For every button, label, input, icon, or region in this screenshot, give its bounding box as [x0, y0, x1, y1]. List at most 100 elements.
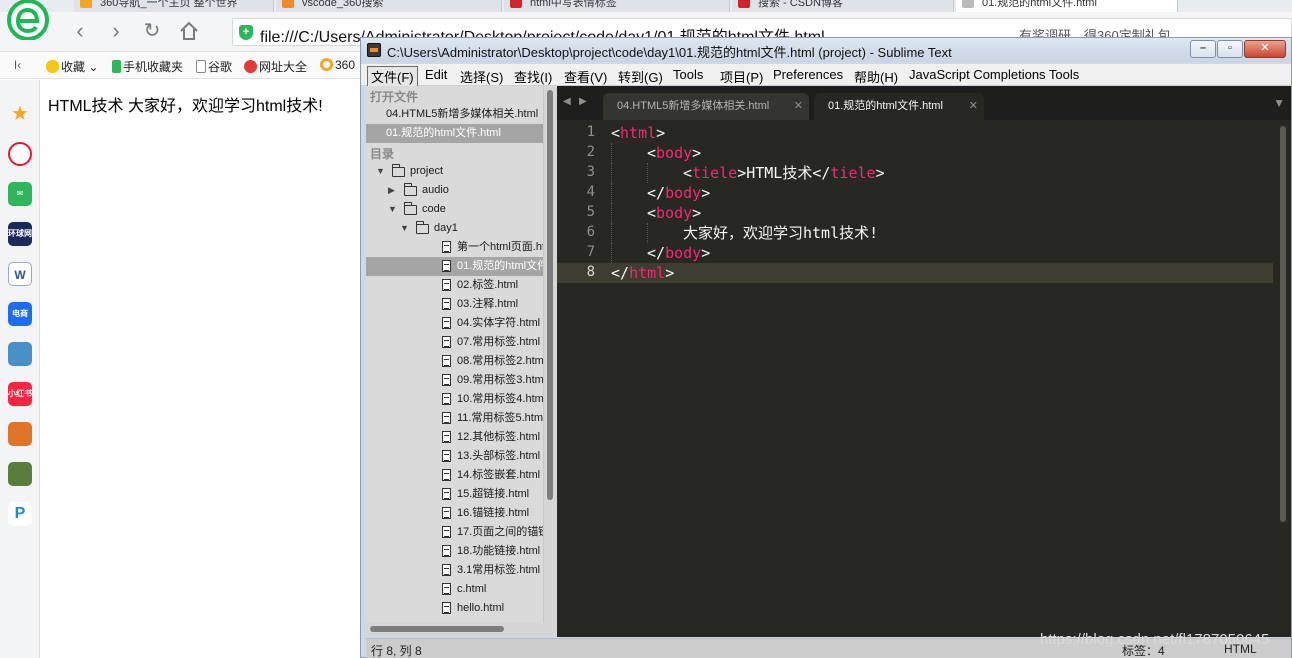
code-line[interactable]: <body> — [647, 203, 701, 223]
browser-tab[interactable]: vscode_360搜索 — [276, 0, 502, 12]
sidebar-scrollbar[interactable] — [543, 86, 557, 623]
close-button[interactable]: ✕ — [1244, 40, 1286, 58]
bookmark-mobile[interactable]: 手机收藏夹 — [112, 58, 183, 75]
browser-tab-active[interactable]: 01.规范的html文件.html — [956, 0, 1178, 12]
game-icon[interactable] — [8, 342, 32, 366]
tab-scroll-left-icon[interactable]: ◀ — [563, 96, 571, 107]
collapsed-arrow-icon[interactable]: ▶ — [388, 181, 395, 200]
expanded-arrow-icon[interactable]: ▼ — [376, 162, 385, 181]
home-icon[interactable] — [176, 20, 202, 44]
menu-file[interactable]: 文件(F) — [367, 66, 418, 87]
browser-tab[interactable]: html中写表情标签 — [504, 0, 730, 12]
tree-file[interactable]: 01.规范的html文件.html — [366, 257, 547, 276]
code-line[interactable]: </body> — [647, 183, 710, 203]
mail-icon[interactable]: ✉ — [8, 182, 32, 206]
tab-close-icon[interactable]: ✕ — [794, 93, 803, 119]
menu-project[interactable]: 项目(P) — [717, 67, 766, 86]
360-browser-logo-icon[interactable] — [6, 0, 50, 41]
tree-file[interactable]: 18.功能链接.html — [366, 542, 547, 561]
tree-file[interactable]: 12.其他标签.html — [366, 428, 547, 447]
sidebar-scroll-thumb[interactable] — [547, 90, 553, 500]
p-icon[interactable]: P — [8, 502, 32, 526]
tree-file[interactable]: 17.页面之间的锚链接.html — [366, 523, 547, 542]
editor-tab-active[interactable]: 01.规范的html文件.html ✕ — [814, 93, 984, 120]
open-file-item[interactable]: 04.HTML5新增多媒体相关.html — [366, 105, 547, 124]
open-file-item-active[interactable]: 01.规范的html文件.html — [366, 124, 547, 143]
tree-file[interactable]: 08.常用标签2.html — [366, 352, 547, 371]
tree-file[interactable]: c.html — [366, 580, 547, 599]
sidebar-horizontal-scrollbar[interactable] — [366, 623, 557, 635]
menu-preferences[interactable]: Preferences — [770, 67, 846, 82]
sidebar-toggle-icon[interactable]: ǀ‹ — [14, 58, 21, 72]
menu-find[interactable]: 查找(I) — [511, 67, 555, 86]
code-line[interactable]: </body> — [647, 243, 710, 263]
tree-folder[interactable]: ▼ project — [366, 162, 547, 181]
sidebar-hscroll-thumb[interactable] — [370, 626, 504, 632]
tree-file[interactable]: hello.html — [366, 599, 547, 618]
tree-file[interactable]: 16.锚链接.html — [366, 504, 547, 523]
expanded-arrow-icon[interactable]: ▼ — [388, 200, 397, 219]
sublime-app-icon[interactable] — [367, 43, 381, 57]
maximize-button[interactable]: ▫ — [1217, 40, 1243, 58]
tree-file[interactable]: 13.头部标签.html — [366, 447, 547, 466]
bookmark-favorites[interactable]: 收藏 ⌄ — [46, 58, 98, 75]
tree-folder[interactable]: ▼ day1 — [366, 219, 547, 238]
editor-scrollbar[interactable] — [1275, 120, 1291, 635]
tree-file[interactable]: 第一个html页面.html — [366, 238, 547, 257]
code-line[interactable]: <body> — [647, 143, 701, 163]
back-icon[interactable]: ‹ — [68, 20, 92, 44]
bookmark-google[interactable]: 谷歌 — [196, 58, 232, 75]
menu-selection[interactable]: 选择(S) — [457, 67, 506, 86]
minimize-button[interactable]: – — [1190, 40, 1216, 58]
sublime-titlebar[interactable]: C:\Users\Administrator\Desktop\project\c… — [361, 38, 1291, 62]
browser-tab[interactable]: 搜索 - CSDN博客 — [732, 0, 954, 12]
menu-edit[interactable]: Edit — [422, 67, 450, 82]
bookmark-360[interactable]: 360 — [320, 58, 355, 72]
game3-icon[interactable] — [8, 462, 32, 486]
menu-goto[interactable]: 转到(G) — [615, 67, 666, 86]
expanded-arrow-icon[interactable]: ▼ — [400, 219, 409, 238]
tree-file[interactable]: 03.注释.html — [366, 295, 547, 314]
tree-file[interactable]: 3.1常用标签.html — [366, 561, 547, 580]
tab-close-icon[interactable]: ✕ — [969, 93, 978, 119]
xiaohongshu-icon[interactable]: 小红书 — [8, 382, 32, 406]
code-line[interactable]: <html> — [611, 123, 665, 143]
menu-js-completions[interactable]: JavaScript Completions Tools — [906, 67, 1082, 82]
tree-folder[interactable]: ▶ audio — [366, 181, 547, 200]
tree-item-label: 18.功能链接.html — [457, 545, 541, 557]
tree-file[interactable]: 10.常用标签4.html — [366, 390, 547, 409]
tree-file[interactable]: 09.常用标签3.html — [366, 371, 547, 390]
tab-dropdown-icon[interactable]: ▼ — [1273, 96, 1285, 110]
code-line[interactable]: <tiele>HTML技术</tiele> — [683, 163, 885, 183]
weibo-icon[interactable] — [8, 142, 32, 166]
code-line[interactable]: 大家好，欢迎学习html技术! — [683, 223, 878, 243]
star-icon[interactable]: ★ — [8, 102, 32, 126]
tree-folder[interactable]: ▼ code — [366, 200, 547, 219]
tree-file[interactable]: 11.常用标签5.html — [366, 409, 547, 428]
shop-icon[interactable]: 电商 — [8, 302, 32, 326]
menu-view[interactable]: 查看(V) — [561, 67, 610, 86]
word-icon[interactable]: W — [8, 262, 32, 286]
refresh-icon[interactable]: ↻ — [140, 20, 164, 44]
game2-icon[interactable] — [8, 422, 32, 446]
menu-help[interactable]: 帮助(H) — [851, 67, 901, 86]
menu-tools[interactable]: Tools — [670, 67, 706, 82]
tree-file[interactable]: 07.常用标签.html — [366, 333, 547, 352]
forward-icon[interactable]: › — [104, 20, 128, 44]
news-icon[interactable]: 环球网 — [8, 222, 32, 246]
browser-tab[interactable]: 360导航_一个主页 整个世界 — [74, 0, 274, 12]
code-line[interactable]: </html> — [611, 263, 674, 283]
tree-file[interactable]: 15.超链接.html — [366, 485, 547, 504]
tab-scroll-right-icon[interactable]: ▶ — [579, 96, 587, 107]
editor-scroll-thumb[interactable] — [1280, 126, 1286, 522]
tree-file[interactable]: 02.标签.html — [366, 276, 547, 295]
tree-file[interactable]: 04.实体字符.html — [366, 314, 547, 333]
indent-guide — [611, 183, 612, 203]
tree-file[interactable]: 14.标签嵌套.html — [366, 466, 547, 485]
bookmark-sites[interactable]: 网址大全 — [244, 58, 307, 75]
phone-icon — [112, 60, 121, 73]
editor-tab-bar: ◀ ▶ 04.HTML5新增多媒体相关.html ✕ 01.规范的html文件.… — [557, 86, 1291, 120]
line-number: 4 — [586, 184, 595, 200]
editor-tab[interactable]: 04.HTML5新增多媒体相关.html ✕ — [603, 93, 809, 120]
code-view[interactable]: 1 <html> 2 <body> 3 <tiele>HTML技术</tiele> 4 </b… — [557, 120, 1275, 625]
